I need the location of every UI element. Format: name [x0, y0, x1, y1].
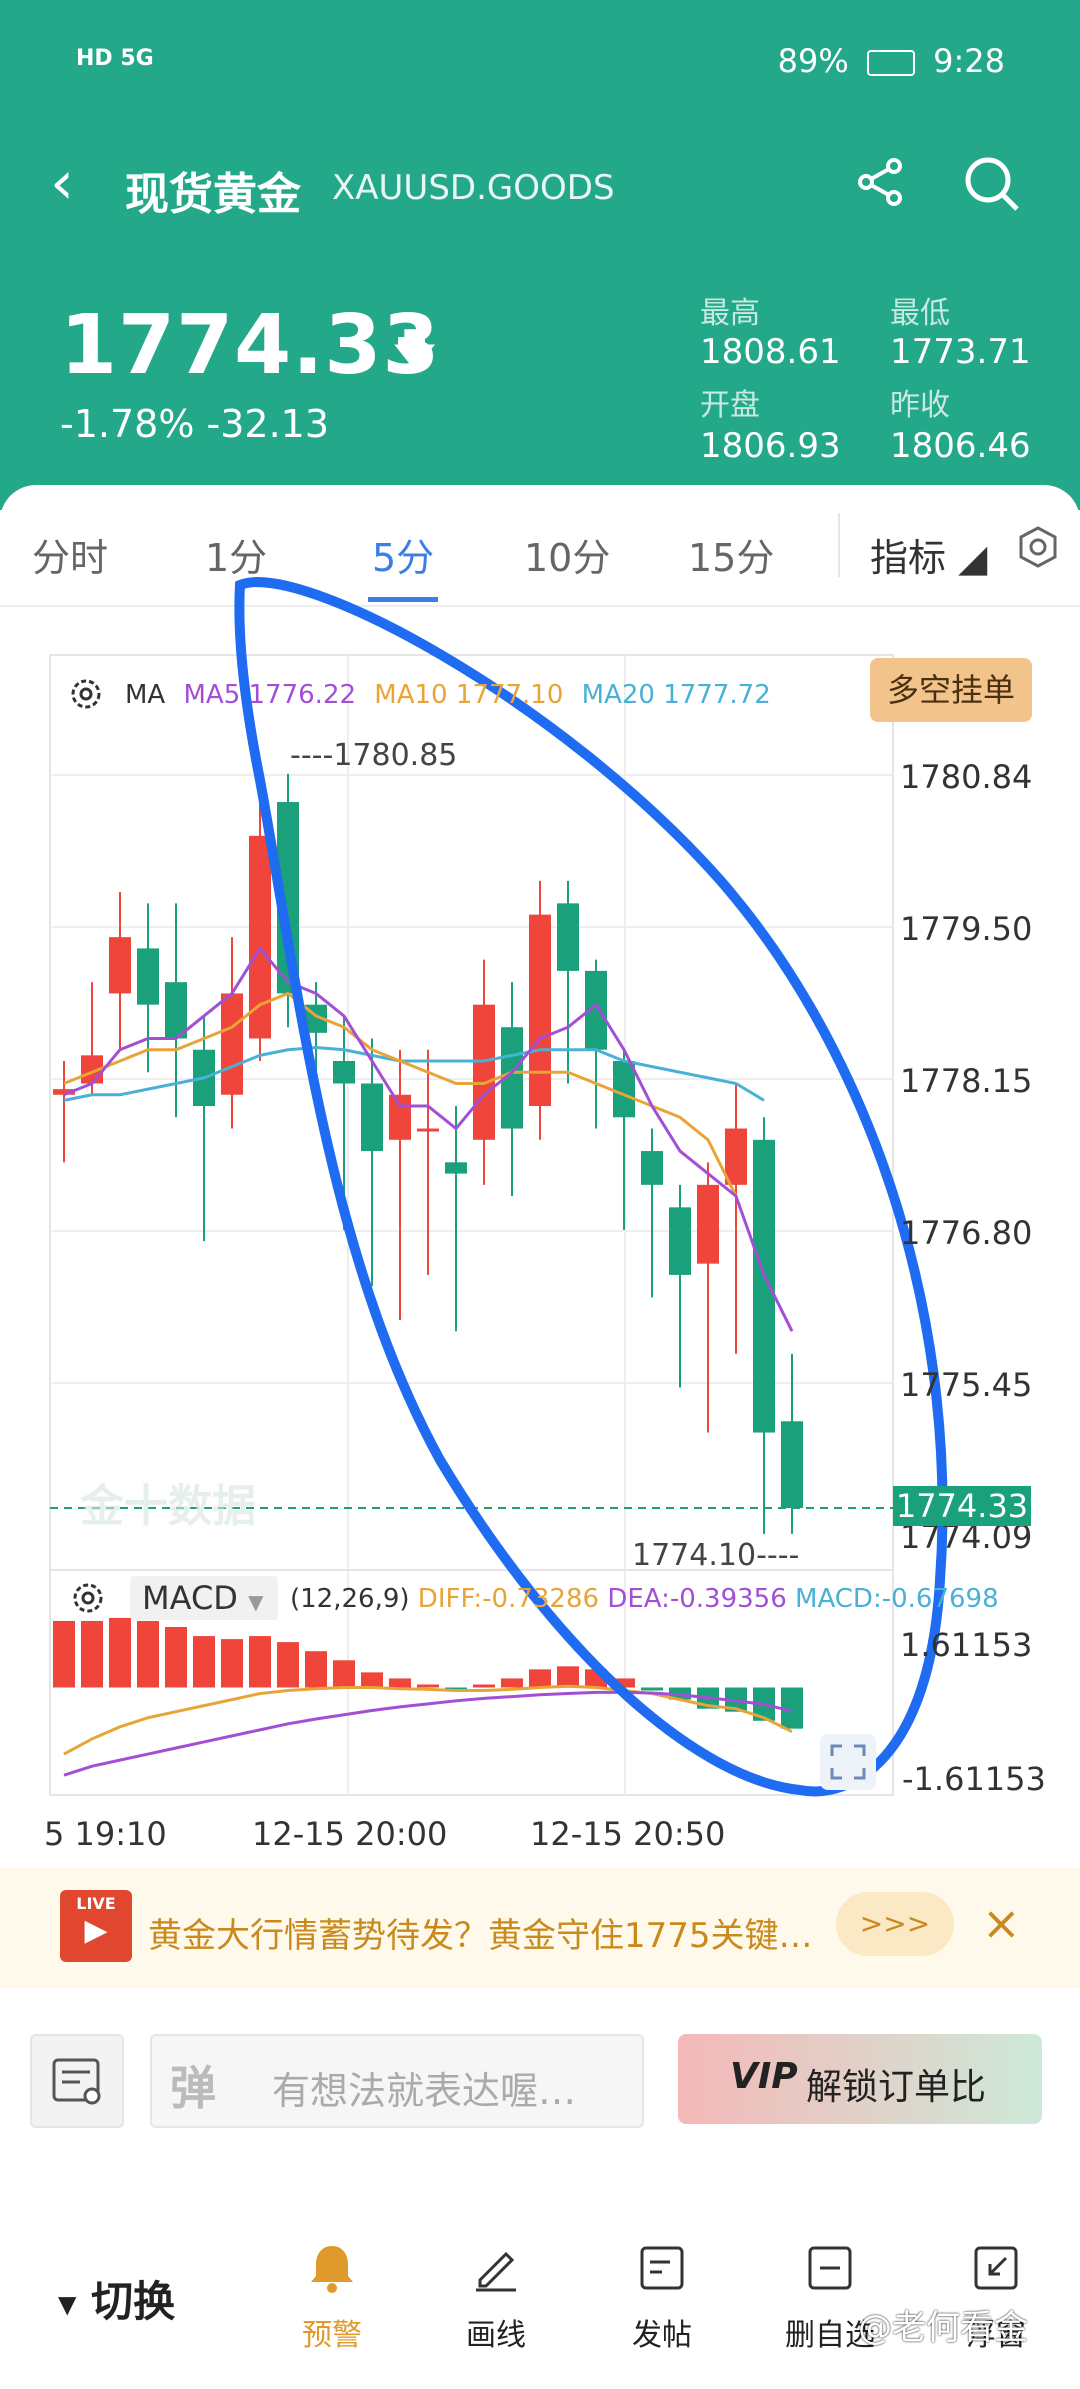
ma-legend: MA MA5 1776.22 MA10 1777.10 MA20 1777.72	[125, 680, 781, 710]
ma5-value: MA5 1776.22	[183, 680, 357, 710]
bottom-toolbar: ▼ 切换 预警 画线 发帖 删自选 浮窗	[0, 2168, 1080, 2389]
macd-y-top: 1.61153	[900, 1626, 1033, 1664]
y-tick: 1780.84	[900, 758, 1033, 796]
macd-bar	[81, 1620, 103, 1688]
candle-body	[249, 835, 271, 1039]
macd-bar	[109, 1617, 131, 1688]
macd-selector[interactable]: MACD ▼	[130, 1576, 278, 1620]
macd-bar	[361, 1672, 383, 1688]
ma20-value: MA20 1777.72	[581, 680, 771, 710]
candle-body	[557, 903, 579, 971]
macd-bar	[333, 1660, 355, 1688]
candle-body	[389, 1094, 411, 1140]
high-price-annotation: ----1780.85	[290, 738, 458, 773]
macd-settings-gear-icon[interactable]	[66, 1576, 110, 1620]
comment-placeholder: 有想法就表达喔…	[272, 2069, 577, 2113]
long-short-orders-button[interactable]: 多空挂单	[870, 658, 1032, 722]
vip-badge: VIP	[730, 2056, 798, 2097]
post-button[interactable]: 发帖	[602, 2238, 722, 2354]
candle-body	[333, 1060, 355, 1084]
unlock-order-ratio-button[interactable]: VIP 解锁订单比	[678, 2034, 1042, 2124]
macd-bar	[501, 1678, 523, 1688]
macd-bar	[557, 1666, 579, 1688]
macd-bar	[641, 1687, 663, 1691]
candle-body	[725, 1128, 747, 1185]
macd-diff: DIFF:-0.73286	[417, 1584, 600, 1614]
fullscreen-icon[interactable]	[820, 1734, 876, 1790]
comment-bar: 弹 有想法就表达喔… VIP 解锁订单比	[0, 2004, 1080, 2154]
candle-body	[781, 1421, 803, 1508]
candle-body	[109, 937, 131, 994]
x-tick: 12-15 20:00	[252, 1815, 448, 1853]
ma10-value: MA10 1777.10	[374, 680, 564, 710]
x-tick: 5 19:10	[44, 1815, 167, 1853]
macd-bar	[529, 1669, 551, 1688]
macd-bar	[193, 1636, 215, 1688]
notes-icon[interactable]	[30, 2034, 124, 2128]
candle-body	[641, 1151, 663, 1185]
candle-body	[361, 1083, 383, 1152]
macd-dea: DEA:-0.39356	[607, 1584, 787, 1614]
minus-square-icon	[808, 2246, 852, 2290]
candle-body	[221, 993, 243, 1095]
macd-bar	[389, 1678, 411, 1688]
y-tick: 1778.15	[900, 1062, 1033, 1100]
candle-body	[697, 1184, 719, 1264]
candle-body	[473, 1004, 495, 1140]
candle-body	[753, 1139, 775, 1433]
draw-line-button[interactable]: 画线	[436, 2238, 556, 2354]
ma-settings-gear-icon[interactable]	[64, 672, 108, 716]
switch-button[interactable]: ▼ 切换	[58, 2268, 175, 2329]
candle-body	[613, 1060, 635, 1118]
current-price-tag: 1774.33	[893, 1486, 1031, 1526]
author-watermark: @老何看金	[858, 2308, 1028, 2348]
candle-body	[417, 1128, 439, 1132]
macd-bar	[221, 1639, 243, 1688]
live-badge-icon: LIVE ▶	[60, 1890, 132, 1962]
alert-button[interactable]: 预警	[272, 2238, 392, 2354]
news-banner[interactable]: LIVE ▶ 黄金大行情蓄势待发？黄金守住1775关键… >>> ×	[0, 1868, 1080, 1988]
news-more-button[interactable]: >>>	[836, 1892, 954, 1956]
macd-dea-line	[63, 1690, 793, 1777]
x-tick: 12-15 20:50	[530, 1815, 726, 1853]
bullet-comment-icon: 弹	[170, 2061, 216, 2115]
ma20-line	[63, 1045, 765, 1102]
y-tick: 1776.80	[900, 1214, 1033, 1252]
news-text[interactable]: 黄金大行情蓄势待发？黄金守住1775关键…	[148, 1908, 813, 1957]
candle-body	[137, 948, 159, 1005]
float-window-icon	[974, 2246, 1018, 2290]
low-price-annotation: 1774.10----	[632, 1538, 800, 1573]
macd-bar	[165, 1626, 187, 1688]
macd-bar	[473, 1684, 495, 1688]
candle-body	[529, 914, 551, 1107]
candle-body	[165, 982, 187, 1039]
macd-y-bottom: -1.61153	[902, 1760, 1046, 1798]
macd-bar	[53, 1620, 75, 1688]
macd-bar	[277, 1642, 299, 1688]
candle-body	[445, 1162, 467, 1174]
macd-bar	[249, 1636, 271, 1688]
post-icon	[640, 2246, 684, 2290]
macd-value: MACD:-0.67698	[795, 1584, 999, 1614]
chart-watermark: 金十数据	[80, 1481, 256, 1532]
macd-bar	[305, 1651, 327, 1688]
bell-icon	[311, 2246, 353, 2293]
pen-icon	[476, 2251, 516, 2292]
candle-body	[669, 1207, 691, 1275]
y-tick: 1779.50	[900, 910, 1033, 948]
macd-bar	[137, 1620, 159, 1688]
vip-text: 解锁订单比	[806, 2067, 987, 2108]
close-icon[interactable]: ×	[982, 1896, 1021, 1950]
ma-label: MA	[125, 680, 166, 710]
comment-input[interactable]: 弹 有想法就表达喔…	[150, 2034, 644, 2128]
macd-bar	[417, 1684, 439, 1688]
y-tick: 1775.45	[900, 1366, 1033, 1404]
macd-legend: (12,26,9) DIFF:-0.73286 DEA:-0.39356 MAC…	[290, 1584, 999, 1614]
